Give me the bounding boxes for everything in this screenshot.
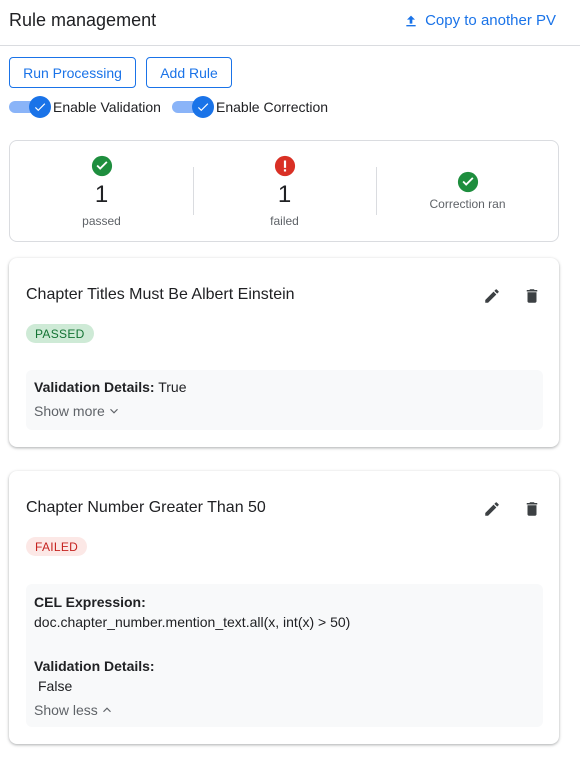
check-circle-icon — [457, 171, 478, 193]
summary-panel: 1 passed 1 failed Correction ran — [9, 140, 559, 242]
validation-details-panel: Validation Details: True Show more — [26, 370, 543, 430]
validation-details-panel: CEL Expression: doc.chapter_number.menti… — [26, 584, 543, 727]
status-badge: PASSED — [26, 324, 94, 343]
cel-expression-label: CEL Expression: — [34, 594, 146, 610]
copy-link-label: Copy to another PV — [425, 12, 556, 29]
chevron-up-icon — [102, 707, 111, 713]
check-icon — [29, 96, 51, 118]
validation-details-value: False — [38, 678, 73, 694]
edit-icon[interactable] — [483, 287, 501, 305]
enable-validation-toggle[interactable]: Enable Validation — [9, 96, 161, 118]
show-more-label: Show more — [34, 403, 105, 419]
validation-details-label: Validation Details: — [34, 379, 155, 395]
validation-details-row: Validation Details: True — [34, 379, 187, 395]
failed-count: 1 — [277, 181, 292, 208]
passed-stat: 1 passed — [10, 141, 193, 241]
delete-icon[interactable] — [523, 287, 541, 305]
chevron-down-icon — [109, 408, 118, 414]
rule-card: Chapter Titles Must Be Albert Einstein P… — [9, 258, 559, 447]
correction-ran-label: Correction ran — [429, 197, 506, 211]
rule-actions — [483, 287, 541, 305]
correction-stat: Correction ran — [376, 141, 559, 241]
rule-title: Chapter Number Greater Than 50 — [26, 499, 266, 516]
check-circle-icon — [91, 155, 112, 177]
passed-label: passed — [82, 214, 121, 228]
show-more-toggle[interactable]: Show more — [34, 403, 121, 419]
rule-actions — [483, 500, 541, 518]
show-less-toggle[interactable]: Show less — [34, 702, 114, 718]
toggle-track[interactable] — [9, 96, 51, 118]
enable-correction-label: Enable Correction — [216, 99, 329, 115]
upload-icon — [406, 15, 416, 26]
rule-title: Chapter Titles Must Be Albert Einstein — [26, 286, 295, 303]
status-badge: FAILED — [26, 537, 88, 556]
error-icon — [274, 155, 295, 177]
page-title: Rule management — [9, 10, 157, 30]
delete-icon[interactable] — [523, 500, 541, 518]
failed-label: failed — [270, 214, 299, 228]
enable-correction-toggle[interactable]: Enable Correction — [172, 96, 329, 118]
failed-stat: 1 failed — [193, 141, 376, 241]
copy-to-another-pv-link[interactable]: Copy to another PV — [403, 12, 556, 29]
validation-details-value: True — [158, 379, 187, 395]
edit-icon[interactable] — [483, 500, 501, 518]
check-icon — [192, 96, 214, 118]
validation-details-label: Validation Details: — [34, 658, 155, 674]
rule-card: Chapter Number Greater Than 50 FAILED CE… — [9, 471, 559, 744]
show-less-label: Show less — [34, 702, 98, 718]
toggle-track[interactable] — [172, 96, 214, 118]
add-rule-button[interactable]: Add Rule — [146, 57, 232, 88]
passed-count: 1 — [94, 181, 109, 208]
page-header: Rule management Copy to another PV — [0, 0, 580, 46]
cel-expression-value: doc.chapter_number.mention_text.all(x, i… — [34, 614, 351, 630]
run-processing-button[interactable]: Run Processing — [9, 57, 136, 88]
enable-validation-label: Enable Validation — [53, 99, 161, 115]
